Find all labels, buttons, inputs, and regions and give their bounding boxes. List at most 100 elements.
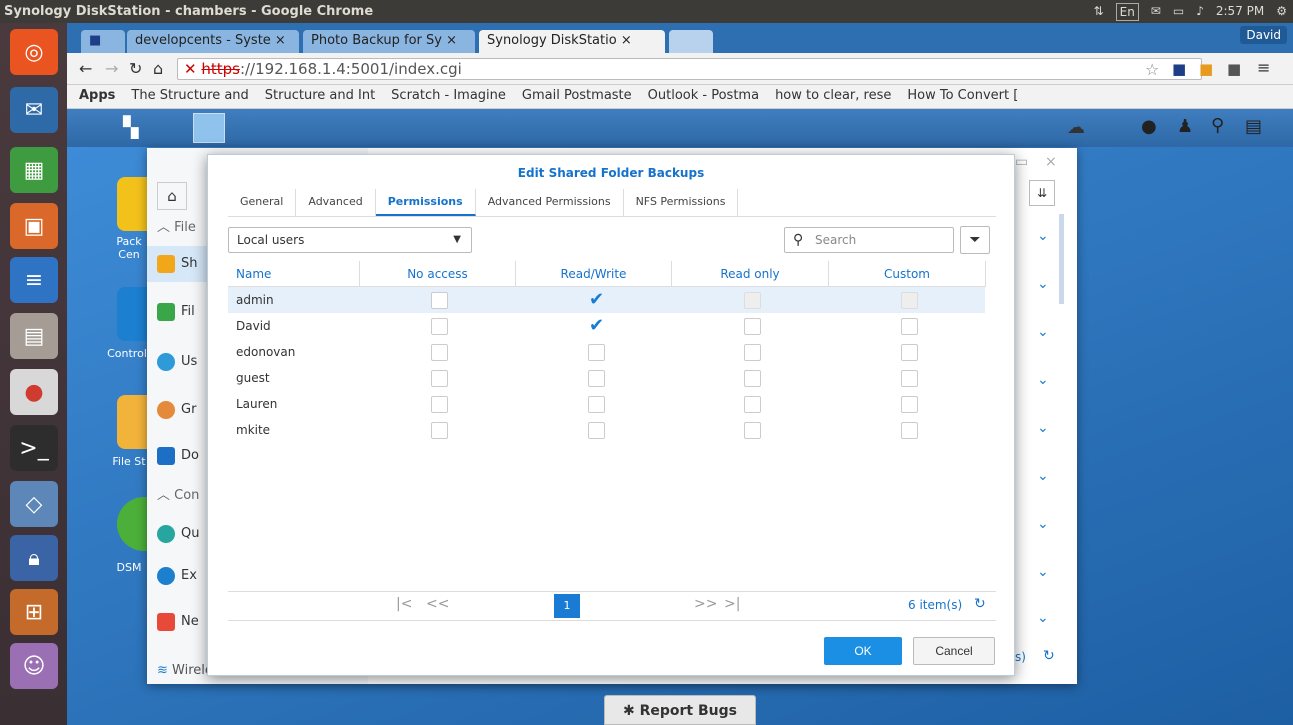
search-input[interactable]: ⚲ Search	[784, 227, 954, 253]
window-minimize-icon[interactable]: ▭	[1015, 154, 1028, 170]
presentation-icon[interactable]: ▣	[10, 203, 58, 249]
keepass-icon[interactable]: 🔒︎	[10, 535, 58, 581]
volume-icon[interactable]: ♪	[1196, 0, 1204, 23]
cancel-button[interactable]: Cancel	[913, 637, 995, 665]
custom-checkbox[interactable]	[901, 370, 918, 387]
home-button[interactable]: ⌂	[157, 182, 187, 210]
table-row[interactable]: admin ✔	[228, 287, 985, 313]
report-bugs-button[interactable]: ✱ Report Bugs	[604, 695, 756, 725]
chevron-down-icon[interactable]: ⌄	[1037, 276, 1057, 296]
menu-icon[interactable]: ≡	[1257, 58, 1270, 77]
user-icon[interactable]: ♟	[1177, 116, 1193, 137]
section-connectivity[interactable]: ︿ Con	[157, 478, 199, 514]
read-only-checkbox[interactable]	[744, 422, 761, 439]
writer-icon[interactable]: ≡	[10, 257, 58, 303]
virtualbox-icon[interactable]: ◇	[10, 481, 58, 527]
no-access-checkbox[interactable]	[431, 344, 448, 361]
refresh-icon[interactable]: ↻	[1043, 648, 1055, 664]
tab-synology[interactable]: Synology DiskStatio ×	[479, 30, 665, 53]
tab-advanced[interactable]: Advanced	[296, 189, 376, 216]
last-page-button[interactable]: >|	[724, 596, 740, 612]
sidebar-item-file-services[interactable]: Fil	[157, 294, 195, 330]
table-row[interactable]: mkite	[228, 417, 985, 443]
chevron-down-icon[interactable]: ⌄	[1037, 420, 1057, 440]
tab-general[interactable]: General	[228, 189, 297, 216]
control-panel-task-icon[interactable]	[193, 113, 225, 143]
battery-icon[interactable]: ▭	[1173, 0, 1184, 23]
table-row[interactable]: David ✔	[228, 313, 985, 339]
table-row[interactable]: guest	[228, 365, 985, 391]
no-access-checkbox[interactable]	[431, 318, 448, 335]
clock[interactable]: 2:57 PM	[1216, 0, 1264, 23]
back-icon[interactable]: ←	[79, 59, 92, 78]
bookmark-apps[interactable]: Apps	[79, 85, 115, 108]
chat-icon[interactable]: ●	[1141, 116, 1157, 137]
sidebar-item-user[interactable]: Us	[157, 344, 197, 380]
folder-list-scrollbar[interactable]	[1059, 214, 1064, 304]
table-row[interactable]: Lauren	[228, 391, 985, 417]
profile-badge[interactable]: David	[1240, 26, 1287, 44]
first-page-button[interactable]: |<	[396, 596, 412, 612]
pidgin-icon[interactable]: ☺	[10, 643, 58, 689]
chevron-down-icon[interactable]: ⌄	[1037, 372, 1057, 392]
chrome-icon[interactable]: ●	[10, 369, 58, 415]
bookmark-item[interactable]: How To Convert [	[907, 85, 1018, 108]
main-menu-icon[interactable]: ▚	[123, 115, 138, 139]
read-write-checkbox[interactable]	[588, 344, 605, 361]
bookmark-item[interactable]: Outlook - Postma	[648, 85, 759, 108]
forward-icon[interactable]: →	[105, 59, 118, 78]
no-access-checkbox[interactable]	[431, 292, 448, 309]
cloud-sync-icon[interactable]: ☁	[1067, 117, 1085, 138]
tab-permissions[interactable]: Permissions	[375, 189, 476, 216]
column-header-read-write[interactable]: Read/Write	[516, 261, 672, 287]
extension-icon[interactable]: ■	[1172, 60, 1186, 78]
column-header-read-only[interactable]: Read only	[672, 261, 829, 287]
bookmark-item[interactable]: The Structure and	[131, 85, 248, 108]
terminal-icon[interactable]: >_	[10, 425, 58, 471]
home-icon[interactable]: ⌂	[153, 59, 163, 78]
section-file-sharing[interactable]: ︿ File	[157, 210, 196, 246]
column-header-custom[interactable]: Custom	[829, 261, 986, 287]
window-close-icon[interactable]: ×	[1045, 154, 1057, 170]
read-only-checkbox[interactable]	[744, 370, 761, 387]
chevron-down-icon[interactable]: ⌄	[1037, 564, 1057, 584]
no-access-checkbox[interactable]	[431, 370, 448, 387]
spreadsheet-icon[interactable]: ▦	[10, 147, 58, 193]
settings-gear-icon[interactable]: ⚙	[1276, 0, 1287, 23]
network-icon[interactable]: ⇅	[1094, 0, 1104, 23]
current-page[interactable]: 1	[554, 594, 580, 618]
amazon-extension-icon[interactable]: ■	[1199, 60, 1213, 78]
user-type-select[interactable]: Local users ▼	[228, 227, 472, 253]
read-write-checkbox[interactable]	[588, 370, 605, 387]
read-write-checkbox[interactable]	[588, 422, 605, 439]
files-icon[interactable]: ▤	[10, 313, 58, 359]
tab-advanced-permissions[interactable]: Advanced Permissions	[476, 189, 624, 216]
sidebar-item-domain[interactable]: Do	[157, 438, 199, 474]
search-icon[interactable]: ⚲	[1211, 115, 1224, 136]
reload-icon[interactable]: ↻	[129, 59, 142, 78]
no-access-checkbox[interactable]	[431, 396, 448, 413]
ubuntu-dash-icon[interactable]: ◎	[10, 29, 58, 75]
read-only-checkbox[interactable]	[744, 344, 761, 361]
mail-icon[interactable]: ✉	[1151, 0, 1161, 23]
widgets-icon[interactable]: ▤	[1245, 116, 1262, 137]
refresh-icon[interactable]: ↻	[974, 596, 986, 612]
address-bar[interactable]: ✕ https://192.168.1.4:5001/index.cgi	[177, 58, 1202, 80]
ok-button[interactable]: OK	[824, 637, 902, 665]
mindmap-icon[interactable]: ⊞	[10, 589, 58, 635]
puzzle-extension-icon[interactable]: ■	[1227, 60, 1241, 78]
read-write-checkbox[interactable]: ✔	[588, 317, 605, 335]
table-row[interactable]: edonovan	[228, 339, 985, 365]
next-page-button[interactable]: >>	[694, 596, 717, 612]
chevron-down-icon[interactable]: ⌄	[1037, 610, 1057, 630]
custom-checkbox[interactable]	[901, 396, 918, 413]
bookmark-item[interactable]: Gmail Postmaste	[522, 85, 632, 108]
read-write-checkbox[interactable]: ✔	[588, 291, 605, 309]
chevron-down-icon[interactable]: ⌄	[1037, 228, 1057, 248]
tab-photo-backup[interactable]: Photo Backup for Sy ×	[303, 30, 475, 53]
keyboard-layout[interactable]: En	[1115, 3, 1139, 21]
sort-button[interactable]: ⇊	[1029, 180, 1055, 206]
bookmark-star-icon[interactable]: ☆	[1145, 60, 1159, 79]
tab-nfs-permissions[interactable]: NFS Permissions	[624, 189, 739, 216]
sidebar-item-network[interactable]: Ne	[157, 604, 199, 640]
